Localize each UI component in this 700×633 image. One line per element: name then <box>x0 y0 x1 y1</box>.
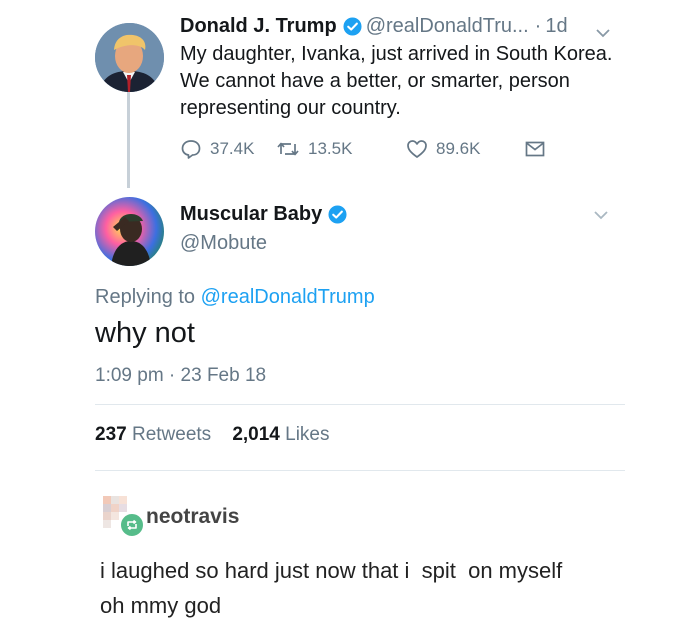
heart-icon <box>407 140 427 158</box>
like-action[interactable]: 89.6K <box>406 138 480 160</box>
replying-to-line: Replying to @realDonaldTrump <box>95 286 375 309</box>
portrait-image <box>95 23 164 92</box>
reply-icon <box>181 140 201 159</box>
retweet-icon <box>277 142 299 156</box>
mobute-avatar[interactable] <box>95 197 164 266</box>
tweet-header: Donald J. Trump @realDonaldTru... · 1d <box>180 15 630 38</box>
author-name[interactable]: Donald J. Trump <box>180 15 337 38</box>
reply-action[interactable]: 37.4K <box>180 138 254 160</box>
divider <box>95 470 625 471</box>
replying-to-prefix: Replying to <box>95 286 196 308</box>
reply-text: why not <box>95 317 195 349</box>
tumblr-username[interactable]: neotravis <box>146 505 239 529</box>
separator-dot: · <box>534 15 542 37</box>
chevron-down-icon[interactable] <box>595 27 611 39</box>
like-total: 2,014 <box>232 424 280 445</box>
verified-badge-icon <box>328 205 347 224</box>
retweets-stat[interactable]: 237 Retweets <box>95 424 211 445</box>
tweet-actions: 37.4K 13.5K 89.6K <box>180 138 580 164</box>
trump-avatar[interactable] <box>95 23 164 92</box>
dm-action[interactable] <box>524 138 554 160</box>
comment-line: oh mmy god <box>100 593 222 618</box>
reply-stats: 237 Retweets 2,014 Likes <box>95 424 330 446</box>
reply-timestamp[interactable]: 1:09 pm · 23 Feb 18 <box>95 365 266 387</box>
tweet-text: My daughter, Ivanka, just arrived in Sou… <box>180 43 613 119</box>
avatar-image <box>111 213 151 266</box>
comment-line: i laughed so hard just now that i spit o… <box>100 558 563 583</box>
comment-text: i laughed so hard just now that i spit o… <box>100 553 562 623</box>
reply-author-name[interactable]: Muscular Baby <box>180 203 322 226</box>
thread-line <box>127 92 130 188</box>
reply-author-handle[interactable]: @Mobute <box>180 232 267 255</box>
replying-to-mention[interactable]: @realDonaldTrump <box>201 286 375 308</box>
verified-badge-icon <box>343 17 362 36</box>
likes-stat[interactable]: 2,014 Likes <box>232 424 329 445</box>
divider <box>95 404 625 405</box>
reblog-icon <box>127 519 137 531</box>
retweets-label: Retweets <box>131 424 212 445</box>
retweet-total: 237 <box>95 424 127 445</box>
like-count: 89.6K <box>436 139 481 158</box>
reply-author-row: Muscular Baby <box>180 203 351 226</box>
envelope-icon <box>525 141 545 157</box>
likes-label: Likes <box>285 424 330 445</box>
reply-count: 37.4K <box>210 139 255 158</box>
tweet-age[interactable]: 1d <box>545 15 567 38</box>
author-handle[interactable]: @realDonaldTru... <box>366 15 529 38</box>
reblog-badge <box>119 512 145 538</box>
retweet-count: 13.5K <box>308 139 353 158</box>
chevron-down-icon[interactable] <box>593 209 609 221</box>
retweet-action[interactable]: 13.5K <box>276 138 352 160</box>
